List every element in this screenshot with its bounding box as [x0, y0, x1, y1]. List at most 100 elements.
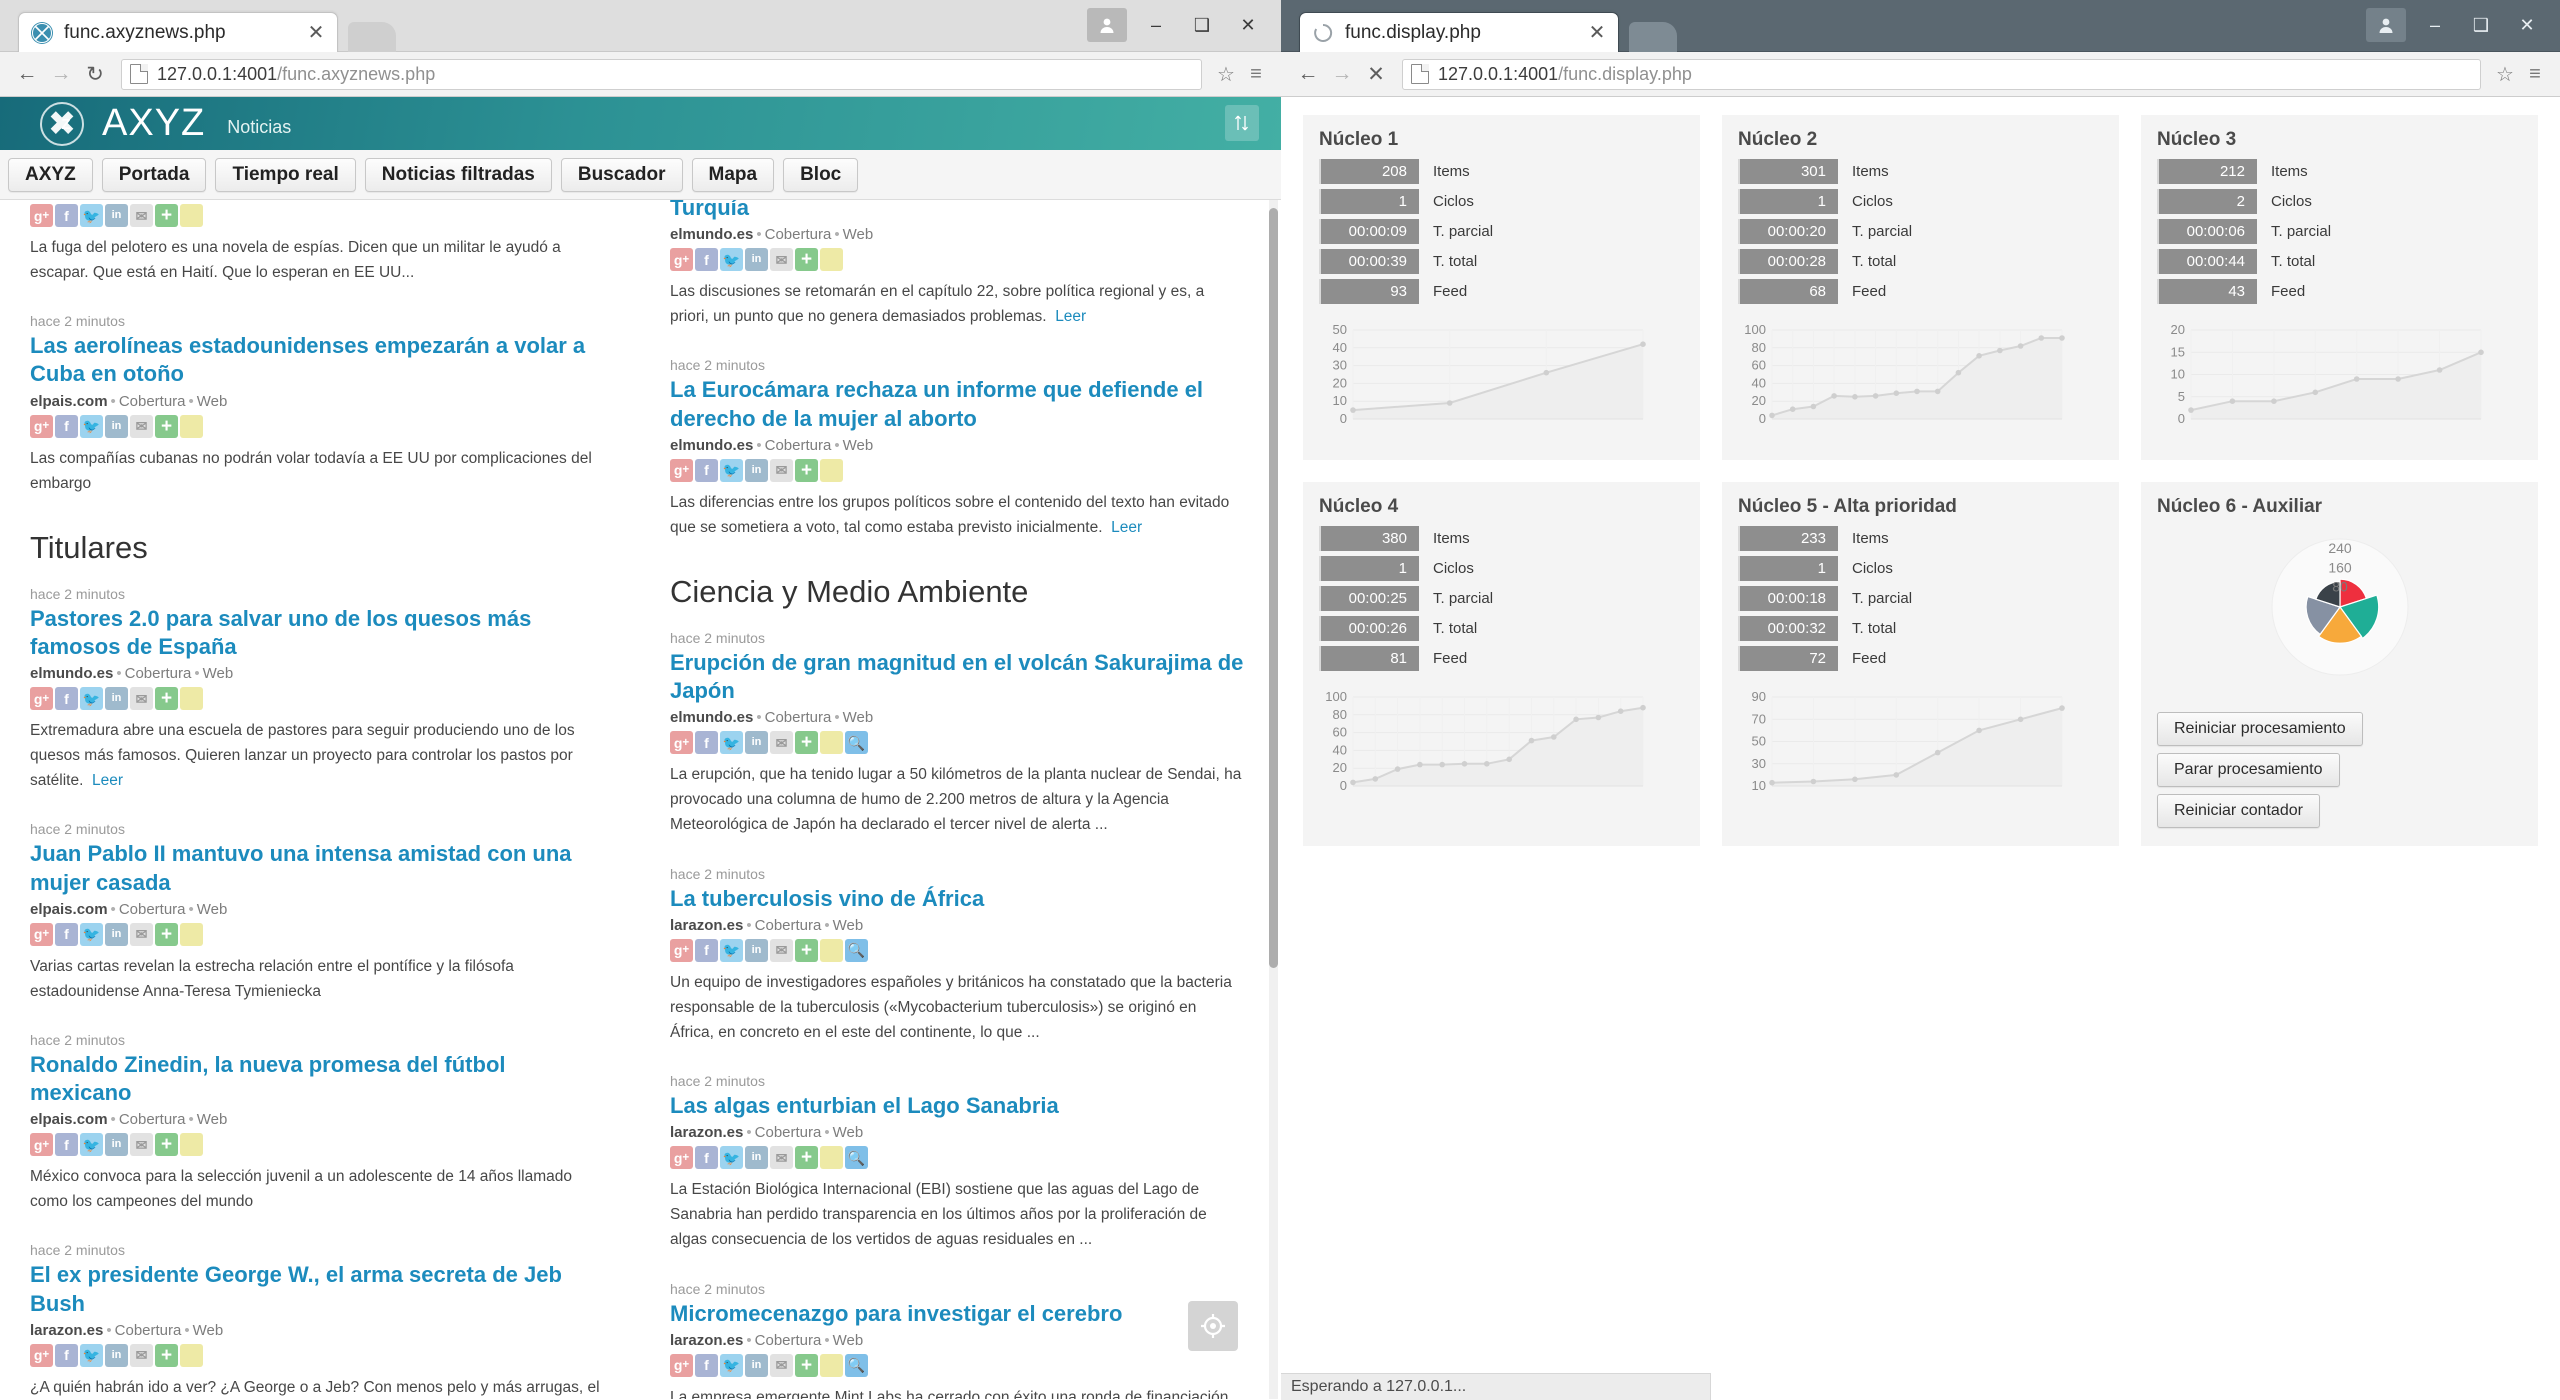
maximize-button[interactable]: ❑ [1179, 6, 1225, 44]
news-item-title[interactable]: Las aerolíneas estadounidenses empezarán… [30, 332, 604, 388]
twitter-icon[interactable]: 🐦 [80, 1133, 103, 1157]
note-icon[interactable] [180, 687, 203, 711]
person-icon[interactable] [1087, 8, 1127, 42]
search-icon[interactable]: 🔍 [845, 1353, 868, 1377]
google-plus-icon[interactable]: g + [30, 414, 53, 438]
read-more-link[interactable]: Leer [92, 772, 123, 789]
news-item-title[interactable]: El ex presidente George W., el arma secr… [30, 1261, 604, 1317]
google-plus-icon[interactable]: g + [670, 458, 693, 482]
google-plus-icon[interactable]: g + [30, 204, 53, 227]
google-plus-icon[interactable]: g + [670, 731, 693, 755]
search-icon[interactable]: 🔍 [845, 731, 868, 755]
addthis-plus-icon[interactable]: + [795, 248, 818, 272]
addthis-plus-icon[interactable]: + [155, 204, 178, 227]
email-icon[interactable]: ✉ [130, 414, 153, 438]
browser-tab-axyznews[interactable]: func.axyznews.php ✕ [18, 12, 338, 53]
search-icon[interactable]: 🔍 [845, 938, 868, 962]
news-item-title[interactable]: Turquía [670, 200, 1244, 222]
email-icon[interactable]: ✉ [130, 1133, 153, 1157]
google-plus-icon[interactable]: g + [670, 938, 693, 962]
back-icon[interactable]: ← [1291, 57, 1325, 91]
linkedin-icon[interactable]: in [105, 204, 128, 227]
twitter-icon[interactable]: 🐦 [720, 731, 743, 755]
email-icon[interactable]: ✉ [770, 458, 793, 482]
close-window-button[interactable]: ✕ [2504, 6, 2550, 44]
browser-menu-icon[interactable]: ≡ [1241, 63, 1271, 86]
facebook-icon[interactable]: f [55, 687, 78, 711]
search-icon[interactable]: 🔍 [845, 1146, 868, 1170]
linkedin-icon[interactable]: in [745, 731, 768, 755]
address-bar-left[interactable]: 127.0.0.1:4001/func.axyznews.php [121, 58, 1202, 90]
linkedin-icon[interactable]: in [105, 414, 128, 438]
nav-tab-bloc[interactable]: Bloc [783, 157, 859, 192]
google-plus-icon[interactable]: g + [670, 1353, 693, 1377]
reload-icon[interactable]: ↻ [78, 57, 112, 91]
google-plus-icon[interactable]: g + [30, 1133, 53, 1157]
read-more-link[interactable]: Leer [1055, 308, 1086, 325]
linkedin-icon[interactable]: in [745, 248, 768, 272]
minimize-button[interactable]: – [1133, 6, 1179, 44]
addthis-plus-icon[interactable]: + [795, 458, 818, 482]
stop-processing-button[interactable]: Parar procesamiento [2157, 753, 2340, 787]
note-icon[interactable] [180, 414, 203, 438]
scrollbar-thumb[interactable] [1269, 208, 1278, 968]
linkedin-icon[interactable]: in [105, 922, 128, 946]
note-icon[interactable] [820, 938, 843, 962]
addthis-plus-icon[interactable]: + [155, 414, 178, 438]
facebook-icon[interactable]: f [695, 1146, 718, 1170]
bookmark-star-icon[interactable]: ☆ [2490, 62, 2520, 87]
facebook-icon[interactable]: f [695, 938, 718, 962]
new-tab-button[interactable] [348, 22, 396, 52]
note-icon[interactable] [820, 458, 843, 482]
news-item-title[interactable]: Pastores 2.0 para salvar uno de los ques… [30, 605, 604, 661]
email-icon[interactable]: ✉ [130, 1343, 153, 1367]
news-item-title[interactable]: Juan Pablo II mantuvo una intensa amista… [30, 840, 604, 896]
news-item-title[interactable]: Las algas enturbian el Lago Sanabria [670, 1092, 1244, 1120]
linkedin-icon[interactable]: in [745, 1353, 768, 1377]
nav-tab-mapa[interactable]: Mapa [691, 157, 775, 192]
nav-tab-tiempo-real[interactable]: Tiempo real [215, 157, 356, 192]
email-icon[interactable]: ✉ [770, 938, 793, 962]
twitter-icon[interactable]: 🐦 [720, 938, 743, 962]
email-icon[interactable]: ✉ [130, 922, 153, 946]
linkedin-icon[interactable]: in [745, 458, 768, 482]
email-icon[interactable]: ✉ [770, 1146, 793, 1170]
addthis-plus-icon[interactable]: + [795, 938, 818, 962]
maximize-button[interactable]: ❑ [2458, 6, 2504, 44]
twitter-icon[interactable]: 🐦 [80, 204, 103, 227]
addthis-plus-icon[interactable]: + [155, 687, 178, 711]
nav-tab-buscador[interactable]: Buscador [560, 157, 683, 192]
google-plus-icon[interactable]: g + [670, 248, 693, 272]
linkedin-icon[interactable]: in [745, 1146, 768, 1170]
bookmark-star-icon[interactable]: ☆ [1211, 62, 1241, 87]
news-item-title[interactable]: La tuberculosis vino de África [670, 885, 1244, 913]
facebook-icon[interactable]: f [55, 414, 78, 438]
twitter-icon[interactable]: 🐦 [720, 248, 743, 272]
minimize-button[interactable]: – [2412, 6, 2458, 44]
target-icon[interactable] [1188, 1301, 1238, 1351]
browser-tab-display[interactable]: func.display.php ✕ [1299, 12, 1619, 53]
stop-loading-icon[interactable]: ✕ [1359, 57, 1393, 91]
new-tab-button[interactable] [1629, 22, 1677, 52]
addthis-plus-icon[interactable]: + [155, 922, 178, 946]
addthis-plus-icon[interactable]: + [795, 1146, 818, 1170]
note-icon[interactable] [180, 1343, 203, 1367]
nav-tab-portada[interactable]: Portada [101, 157, 207, 192]
browser-menu-icon[interactable]: ≡ [2520, 63, 2550, 86]
back-icon[interactable]: ← [10, 57, 44, 91]
read-more-link[interactable]: Leer [1111, 519, 1142, 536]
close-window-button[interactable]: ✕ [1225, 6, 1271, 44]
facebook-icon[interactable]: f [695, 458, 718, 482]
news-item-title[interactable]: Micromecenazgo para investigar el cerebr… [670, 1300, 1244, 1328]
address-bar-right[interactable]: 127.0.0.1:4001/func.display.php [1402, 58, 2481, 90]
addthis-plus-icon[interactable]: + [795, 1353, 818, 1377]
person-icon[interactable] [2366, 8, 2406, 42]
twitter-icon[interactable]: 🐦 [720, 1146, 743, 1170]
nav-tab-axyz[interactable]: AXYZ [8, 157, 93, 192]
news-item-title[interactable]: Ronaldo Zinedin, la nueva promesa del fú… [30, 1051, 604, 1107]
linkedin-icon[interactable]: in [105, 687, 128, 711]
note-icon[interactable] [180, 922, 203, 946]
addthis-plus-icon[interactable]: + [155, 1343, 178, 1367]
google-plus-icon[interactable]: g + [30, 922, 53, 946]
facebook-icon[interactable]: f [55, 1133, 78, 1157]
